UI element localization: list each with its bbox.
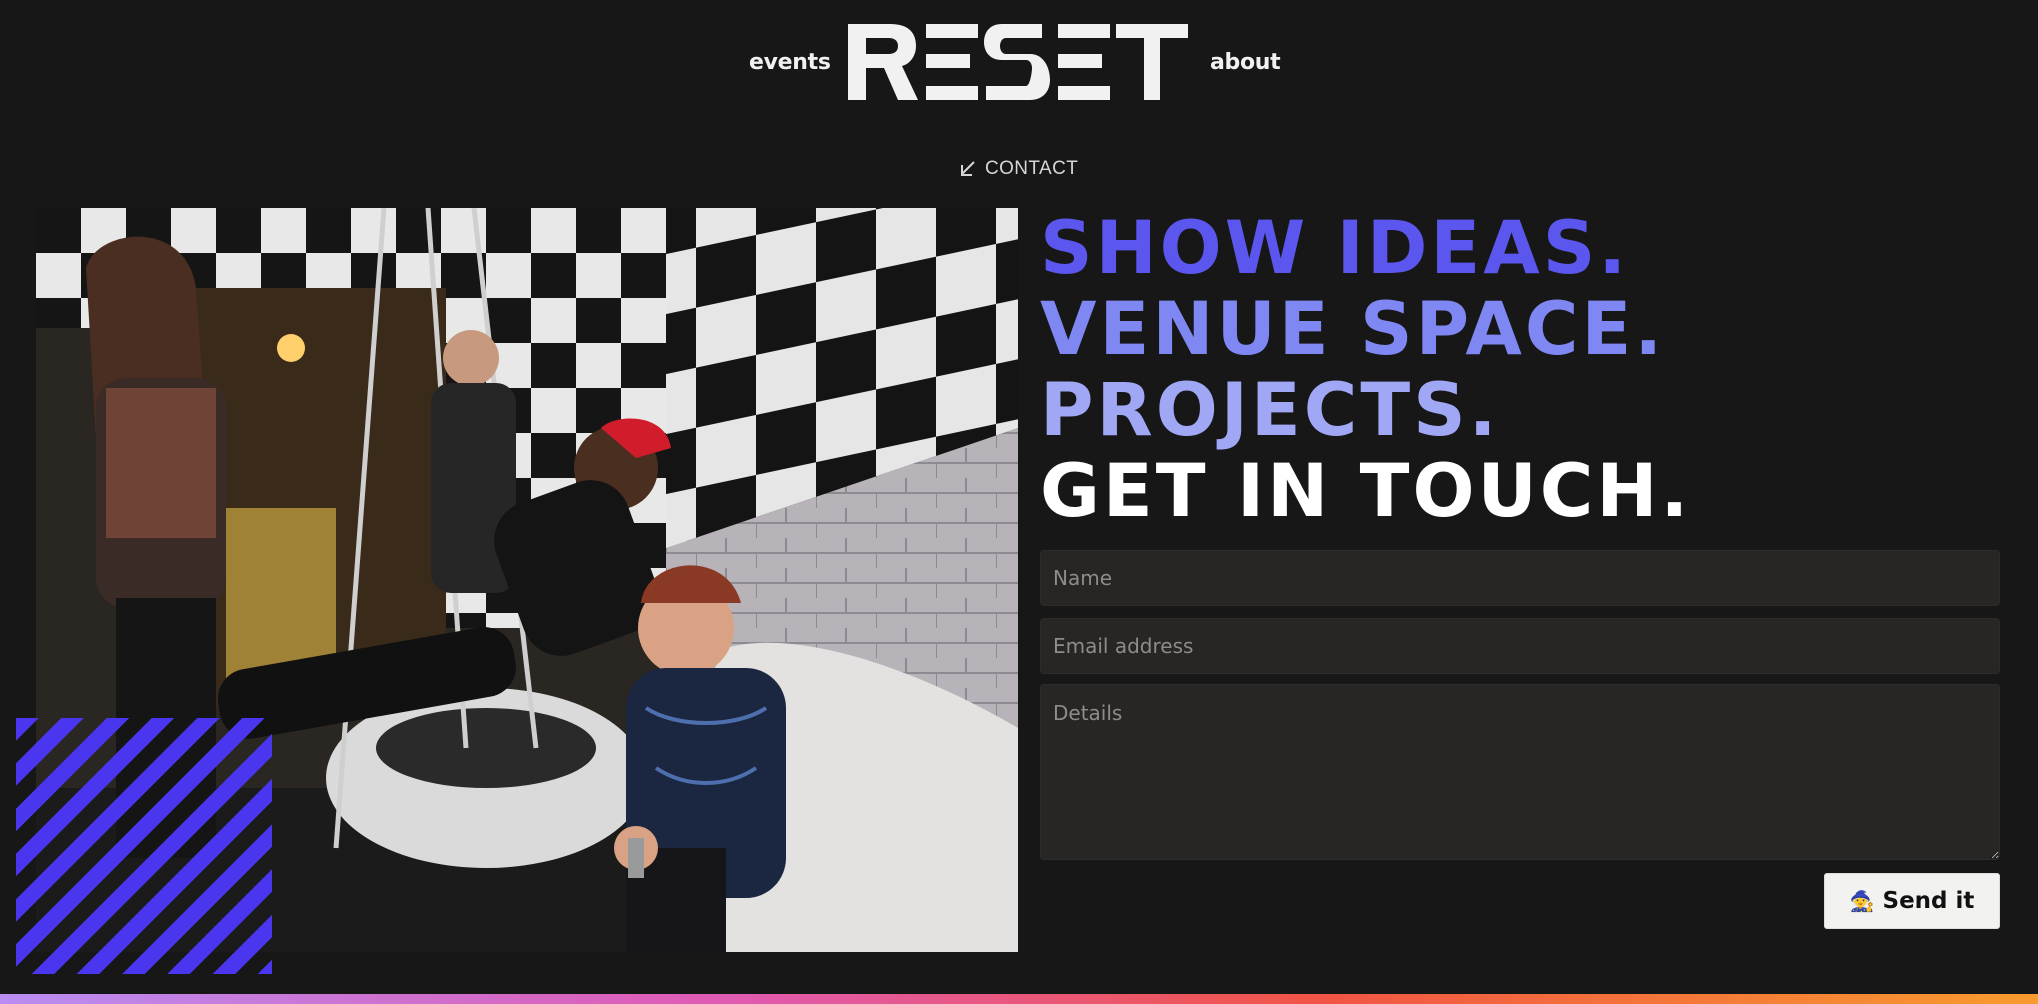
- headline-line-1: SHOW IDEAS.: [1040, 206, 1630, 291]
- decorative-stripes: [16, 718, 272, 974]
- reset-logo: [848, 24, 1188, 100]
- headline-line-2: VENUE SPACE.: [1040, 287, 1666, 372]
- contact-label-text: CONTACT: [985, 158, 1079, 179]
- details-field[interactable]: [1040, 684, 2000, 860]
- email-field[interactable]: [1040, 618, 2000, 674]
- nav-about-link[interactable]: about: [1210, 50, 1281, 75]
- nav-events-link[interactable]: events: [749, 50, 831, 75]
- wizard-icon: 🧙: [1849, 889, 1875, 913]
- send-it-label: Send it: [1882, 888, 1975, 914]
- name-field[interactable]: [1040, 550, 2000, 606]
- contact-section-label: CONTACT: [957, 158, 1078, 180]
- gradient-footer-bar: [0, 994, 2038, 1004]
- arrow-down-left-icon: [961, 161, 975, 176]
- headline-line-4: GET IN TOUCH.: [1040, 449, 1692, 534]
- send-it-button[interactable]: 🧙 Send it: [1824, 873, 2000, 929]
- contact-headline: SHOW IDEAS. VENUE SPACE. PROJECTS. GET I…: [1040, 208, 1691, 532]
- headline-line-3: PROJECTS.: [1040, 368, 1500, 453]
